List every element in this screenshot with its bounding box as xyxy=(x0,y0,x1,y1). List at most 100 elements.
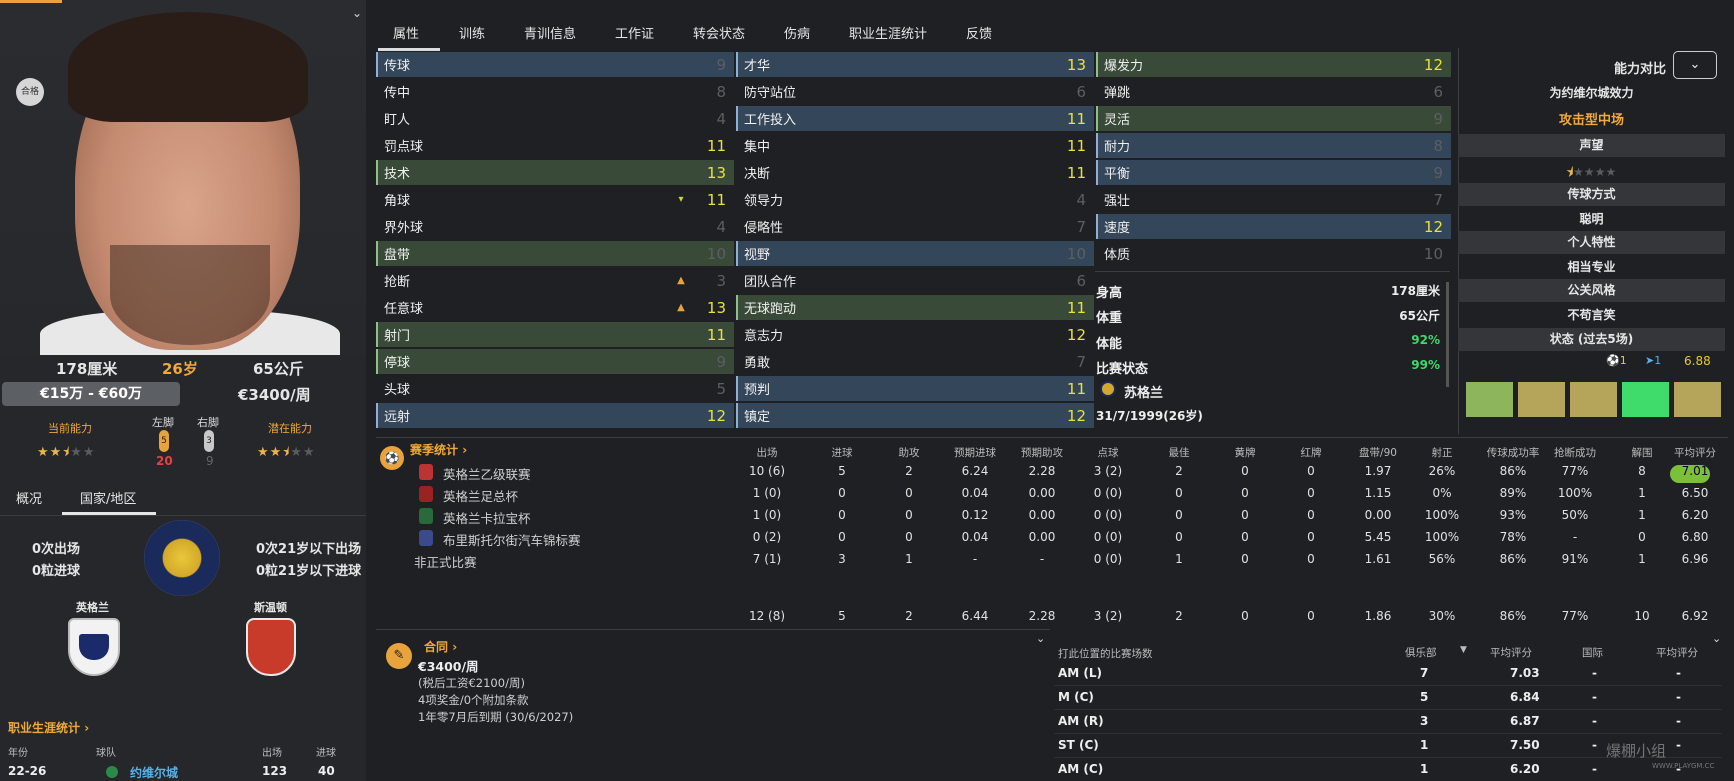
mental-row[interactable]: 团队合作 6 xyxy=(736,268,1094,293)
tab-feedback[interactable]: 反馈 xyxy=(966,23,992,42)
season-col-header[interactable]: 抢断成功 xyxy=(1545,445,1605,460)
tab-overview[interactable]: 概况 xyxy=(16,488,42,507)
position-cell: 1 xyxy=(1420,762,1429,776)
competition-name[interactable]: 英格兰卡拉宝杯 xyxy=(443,508,531,527)
mental-row[interactable]: 视野 10 xyxy=(736,241,1094,266)
season-col-header[interactable]: 预期进球 xyxy=(945,445,1005,460)
season-stats-link[interactable]: 赛季统计 › xyxy=(410,441,467,458)
season-col-header[interactable]: 助攻 xyxy=(879,445,939,460)
season-col-header[interactable]: 射正 xyxy=(1412,445,1472,460)
tab-nation[interactable]: 国家/地区 xyxy=(80,488,136,507)
mental-row[interactable]: 勇敢 7 xyxy=(736,349,1094,374)
tab-transfer-status[interactable]: 转会状态 xyxy=(693,23,745,42)
career-team-link[interactable]: 约维尔城 xyxy=(130,764,178,781)
position-name: AM (R) xyxy=(1058,714,1104,728)
form-bar[interactable] xyxy=(1466,382,1513,417)
season-col-header[interactable]: 进球 xyxy=(812,445,872,460)
mental-row[interactable]: 才华 13 xyxy=(736,52,1094,77)
info-nation[interactable]: 苏格兰 xyxy=(1124,382,1163,401)
technical-row[interactable]: 任意球 ▲ 13 xyxy=(376,295,734,320)
competition-name[interactable]: 英格兰足总杯 xyxy=(443,486,518,505)
swindon-crest-icon[interactable] xyxy=(246,618,296,676)
season-col-header[interactable]: 盘带/90 xyxy=(1348,445,1408,460)
mental-row[interactable]: 防守站位 6 xyxy=(736,79,1094,104)
season-col-header[interactable]: 平均评分 xyxy=(1665,445,1725,460)
technical-row[interactable]: 停球 9 xyxy=(376,349,734,374)
season-col-header[interactable]: 红牌 xyxy=(1281,445,1341,460)
technical-row[interactable]: 传中 8 xyxy=(376,79,734,104)
form-assists-icon: ➤1 xyxy=(1645,354,1662,367)
player-role[interactable]: 攻击型中场 xyxy=(1458,109,1725,128)
tab-career-stats[interactable]: 职业生涯统计 xyxy=(849,23,927,42)
scotland-flag-icon xyxy=(1100,381,1116,397)
status-badge[interactable]: 合格 xyxy=(16,78,44,106)
physical-row[interactable]: 速度 12 xyxy=(1096,214,1451,239)
technical-row[interactable]: 盘带 10 xyxy=(376,241,734,266)
season-cell: 1 (0) xyxy=(752,508,782,522)
form-bar[interactable] xyxy=(1518,382,1565,417)
attr-name: 无球跑动 xyxy=(744,302,797,317)
season-cell: 26% xyxy=(1428,464,1456,478)
mental-row[interactable]: 意志力 12 xyxy=(736,322,1094,347)
season-col-header[interactable]: 点球 xyxy=(1078,445,1138,460)
player-value[interactable]: €15万 - €60万 xyxy=(2,382,180,406)
mental-row[interactable]: 决断 11 xyxy=(736,160,1094,185)
season-col-header[interactable]: 最佳 xyxy=(1149,445,1209,460)
tab-attributes[interactable]: 属性 xyxy=(393,23,419,42)
technical-row[interactable]: 远射 12 xyxy=(376,403,734,428)
mental-row[interactable]: 领导力 4 xyxy=(736,187,1094,212)
technical-row[interactable]: 射门 11 xyxy=(376,322,734,347)
scotland-crest-icon[interactable] xyxy=(144,520,220,596)
form-bar[interactable] xyxy=(1570,382,1617,417)
competition-name[interactable]: 英格兰乙级联赛 xyxy=(443,464,531,483)
compare-dropdown-button[interactable]: ⌄ xyxy=(1673,51,1717,79)
contract-link[interactable]: 合同 › xyxy=(424,638,457,655)
tab-injuries[interactable]: 伤病 xyxy=(784,23,810,42)
potential-ability-stars: ★★⯨★★ xyxy=(257,445,316,460)
technical-row[interactable]: 抢断 ▲ 3 xyxy=(376,268,734,293)
tab-youth-info[interactable]: 青训信息 xyxy=(524,23,576,42)
technical-row[interactable]: 罚点球 11 xyxy=(376,133,734,158)
mental-row[interactable]: 预判 11 xyxy=(736,376,1094,401)
season-col-header[interactable]: 传球成功率 xyxy=(1483,445,1543,460)
technical-row[interactable]: 头球 5 xyxy=(376,376,734,401)
physical-row[interactable]: 平衡 9 xyxy=(1096,160,1451,185)
competition-name[interactable]: 非正式比赛 xyxy=(414,552,477,571)
technical-row[interactable]: 界外球 4 xyxy=(376,214,734,239)
attr-name: 远射 xyxy=(384,410,411,425)
mental-row[interactable]: 集中 11 xyxy=(736,133,1094,158)
mental-row[interactable]: 侵略性 7 xyxy=(736,214,1094,239)
season-col-header[interactable]: 预期助攻 xyxy=(1012,445,1072,460)
scrollbar[interactable] xyxy=(1446,282,1449,387)
season-total-cell: 1.86 xyxy=(1364,609,1392,623)
england-crest-icon[interactable] xyxy=(68,618,120,676)
physical-row[interactable]: 强壮 7 xyxy=(1096,187,1451,212)
physical-row[interactable]: 爆发力 12 xyxy=(1096,52,1451,77)
mental-row[interactable]: 镇定 12 xyxy=(736,403,1094,428)
mental-row[interactable]: 工作投入 11 xyxy=(736,106,1094,131)
tab-work-permit[interactable]: 工作证 xyxy=(615,23,654,42)
sort-down-icon[interactable]: ▼ xyxy=(1460,645,1467,655)
technical-row[interactable]: 传球 9 xyxy=(376,52,734,77)
mental-row[interactable]: 无球跑动 11 xyxy=(736,295,1094,320)
personality: 相当专业 xyxy=(1567,260,1616,274)
season-col-header[interactable]: 黄牌 xyxy=(1215,445,1275,460)
physical-row[interactable]: 灵活 9 xyxy=(1096,106,1451,131)
season-col-header[interactable]: 解围 xyxy=(1612,445,1672,460)
competition-name[interactable]: 布里斯托尔街汽车锦标赛 xyxy=(443,530,581,549)
chevron-down-icon[interactable]: ⌄ xyxy=(1712,632,1721,645)
form-bar[interactable] xyxy=(1674,382,1721,417)
career-stats-link[interactable]: 职业生涯统计 › xyxy=(8,719,89,736)
technical-row[interactable]: 角球 ▾ 11 xyxy=(376,187,734,212)
technical-row[interactable]: 技术 13 xyxy=(376,160,734,185)
chevron-down-icon[interactable]: ⌄ xyxy=(352,6,362,20)
physical-row[interactable]: 弹跳 6 xyxy=(1096,79,1451,104)
tab-training[interactable]: 训练 xyxy=(459,23,485,42)
chevron-down-icon[interactable]: ⌄ xyxy=(1036,632,1045,645)
form-bar[interactable] xyxy=(1622,382,1669,417)
position-cell: 1 xyxy=(1420,738,1429,752)
technical-row[interactable]: 盯人 4 xyxy=(376,106,734,131)
physical-row[interactable]: 耐力 8 xyxy=(1096,133,1451,158)
season-col-header[interactable]: 出场 xyxy=(737,445,797,460)
physical-row[interactable]: 体质 10 xyxy=(1096,241,1451,266)
